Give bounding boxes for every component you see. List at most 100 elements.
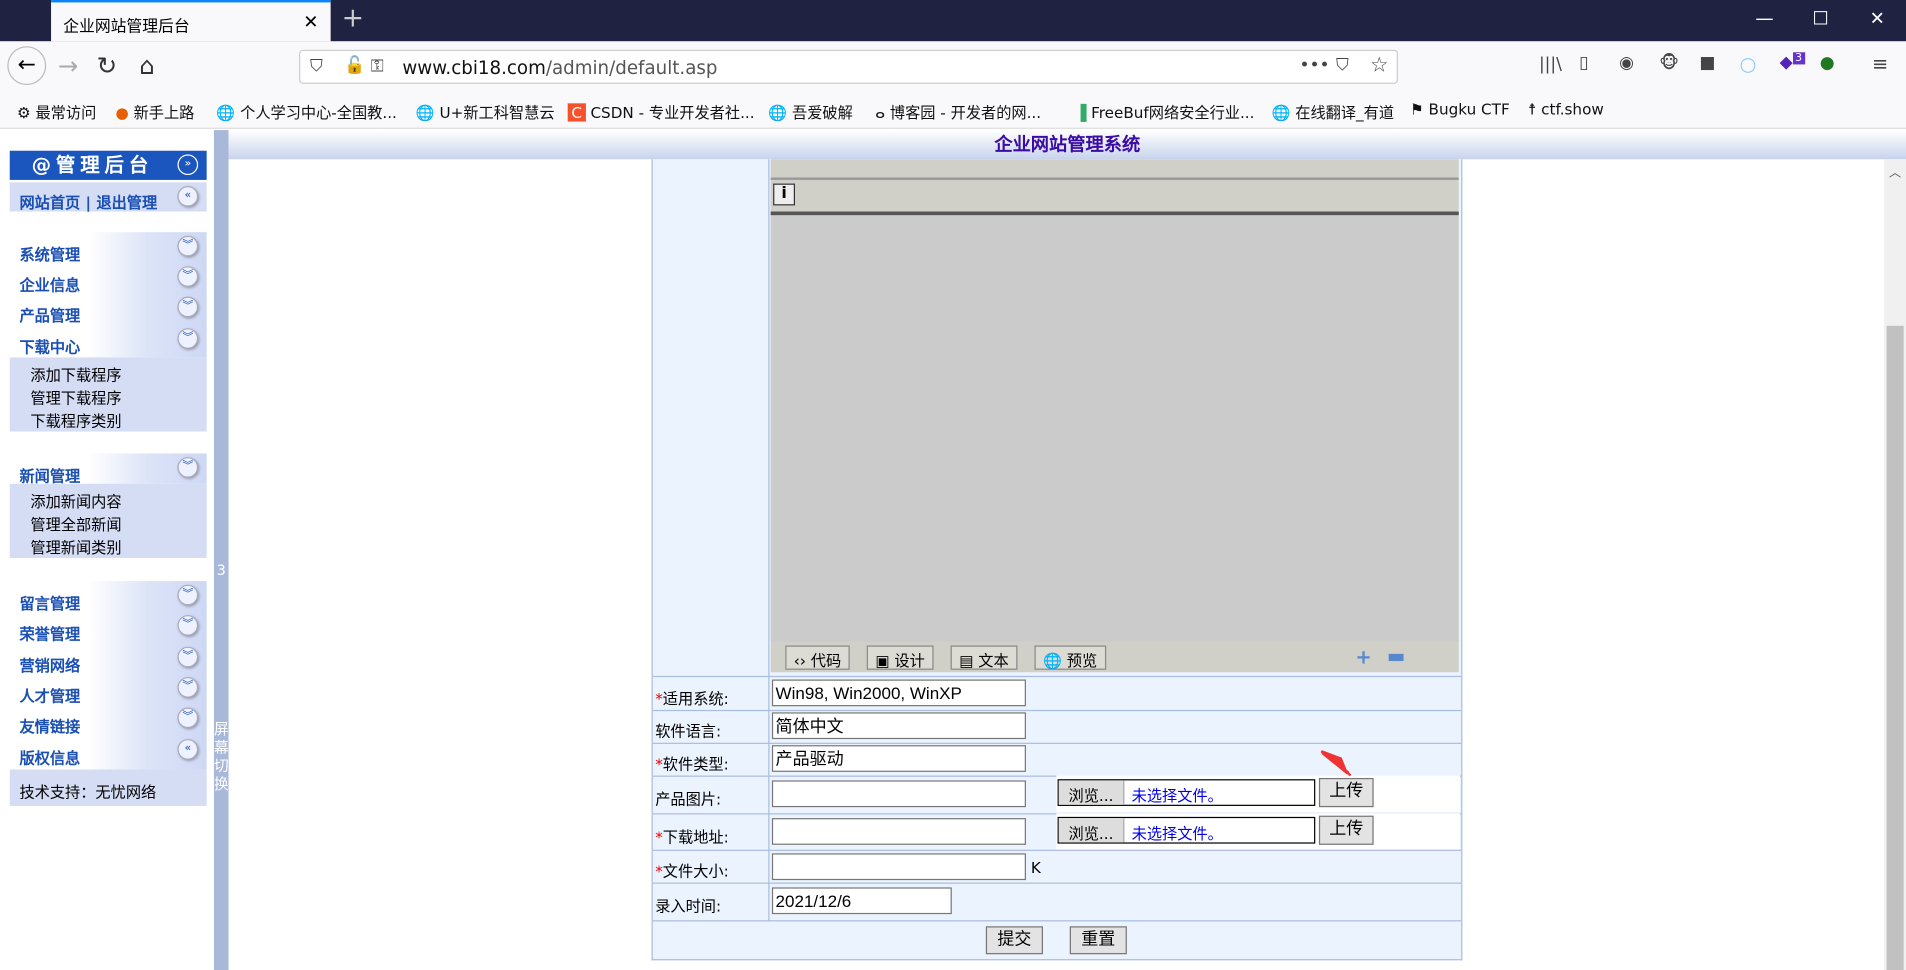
bookmark[interactable]: ⴰ 博客园 - 开发者的网... [875,100,1041,123]
sidebar-item-products[interactable]: 产品管理 [19,303,80,326]
chevron-down-icon[interactable]: ︾ [177,584,199,606]
account-icon[interactable]: ◉ [1619,53,1634,72]
chevron-down-icon[interactable]: ︾ [177,646,199,668]
submenu-item[interactable]: 管理全部新闻 [30,512,121,535]
sidebar-item-links[interactable]: 友情链接 [19,714,80,737]
submenu-item[interactable]: 下载程序类别 [30,408,121,431]
sidebar-item-system[interactable]: 系统管理 [19,242,80,265]
menu-icon[interactable]: ≡ [1872,52,1888,75]
image-file-picker[interactable]: 浏览... 未选择文件。 [1057,779,1316,806]
sidebar-group: 新闻管理 ︾ [9,453,207,486]
extension-mask-icon[interactable]: ■ [1699,53,1715,72]
forward-icon[interactable]: → [51,51,85,80]
sidebar-icon[interactable]: ▯ [1579,53,1588,72]
bookmark-star-icon[interactable]: ☆ [1370,53,1389,77]
shield-icon[interactable]: ⛉ [310,57,323,76]
chevron-down-icon[interactable]: ︾ [177,266,199,287]
key-icon[interactable]: ⚿ [371,57,384,76]
download-path-input[interactable] [771,818,1026,845]
date-input[interactable] [771,887,952,915]
tab-active[interactable]: 企业网站管理后台 ✕ [51,0,331,42]
bookmark[interactable]: ⚑ Bugku CTF [1410,100,1510,118]
sidebar-item-news[interactable]: 新闻管理 [19,463,80,486]
bookmark[interactable]: ☨ ctf.show [1528,100,1604,118]
minimize-icon[interactable]: — [1755,7,1773,29]
sidebar-item-honors[interactable]: 荣誉管理 [19,621,80,644]
chevron-left-icon[interactable]: « [177,185,199,207]
more-icon[interactable]: ••• [1299,56,1329,75]
chevron-down-icon[interactable]: ︾ [177,677,199,698]
bookmark[interactable]: ⚙ 最常访问 [17,100,96,123]
download-upload-button[interactable]: 上传 [1318,815,1374,845]
tab-bar: 企业网站管理后台 ✕ + — ☐ ✕ [0,0,1906,42]
size-input[interactable] [771,853,1026,881]
editor-mode-design[interactable]: ▣ 设计 [866,645,934,670]
home-link[interactable]: 网站首页 [19,193,80,211]
chevron-left-icon[interactable]: « [177,739,199,760]
download-upload-box: 浏览... 未选择文件。 上传 [1056,813,1460,850]
form-actions [652,920,1462,959]
logout-link[interactable]: 退出管理 [96,193,157,211]
library-icon[interactable]: |||\ [1539,55,1562,74]
home-icon[interactable]: ⌂ [130,51,164,80]
extension-diamond-icon[interactable]: ◆ 3 [1780,52,1805,73]
bookmark[interactable]: 🌐 个人学习中心-全国教... [216,100,396,123]
sidebar-item-jobs[interactable]: 人才管理 [19,683,80,706]
support-box: 技术支持：无忧网络 [9,769,207,806]
reload-icon[interactable]: ↻ [90,51,124,80]
chevron-down-icon[interactable]: ︾ [177,235,199,257]
insecure-lock-icon[interactable]: 🔓 [344,56,365,75]
bookmark[interactable]: C CSDN - 专业开发者社... [567,100,755,123]
extension-ring-icon[interactable]: ○ [1740,52,1757,75]
bookmark[interactable]: ● 新手上路 [115,100,194,123]
sidebar-item-downloads[interactable]: 下载中心 [19,334,80,357]
back-icon[interactable]: ← [7,46,47,86]
new-tab-icon[interactable]: + [342,4,364,34]
submenu-item[interactable]: 管理新闻类别 [30,535,121,558]
sidebar-item-marketing[interactable]: 营销网络 [19,653,80,676]
maximize-icon[interactable]: ☐ [1812,7,1828,29]
close-tab-icon[interactable]: ✕ [303,11,318,33]
chevron-down-icon[interactable]: ︾ [177,707,199,729]
info-icon[interactable]: i [773,183,796,206]
download-file-picker[interactable]: 浏览... 未选择文件。 [1057,816,1316,844]
extension-monkey-icon[interactable]: 🐵 [1659,53,1679,72]
sidebar-item-copyright[interactable]: 版权信息 [19,745,80,768]
editor-mode-preview[interactable]: 🌐 预览 [1034,645,1106,670]
chevron-down-icon[interactable]: ︾ [177,296,199,318]
extension-green-icon[interactable]: ● [1820,53,1835,72]
reset-button[interactable]: 重置 [1069,926,1127,955]
screen-toggle-label[interactable]: 屏幕切换 [214,721,229,794]
image-path-input[interactable] [771,780,1026,808]
submenu-item[interactable]: 管理下载程序 [30,385,121,408]
submit-button[interactable]: 提交 [985,926,1043,955]
bookmark[interactable]: 🌐 在线翻译_有道 [1272,100,1395,123]
collapse-icon[interactable]: » [177,154,199,176]
bookmark[interactable]: ▐ FreeBuf网络安全行业... [1075,100,1255,123]
editor-mode-text[interactable]: ▤ 文本 [950,645,1018,670]
image-upload-button[interactable]: 上传 [1318,777,1374,808]
chevron-down-icon[interactable]: ︾ [177,457,199,478]
nav-bar: ← → ↻ ⌂ ⛉ 🔓 ⚿ www.cbi18.com/admin/defaul… [0,41,1906,90]
pocket-icon[interactable]: ⛉ [1336,56,1349,75]
close-window-icon[interactable]: ✕ [1870,7,1885,29]
type-input[interactable] [771,745,1026,772]
os-input[interactable] [771,679,1026,707]
scrollbar-thumb[interactable] [1886,325,1904,970]
zoom-out-icon[interactable]: ▬ [1387,644,1405,667]
submenu-item[interactable]: 添加新闻内容 [30,489,121,512]
bookmark[interactable]: 🌐 U+新工科智慧云 [416,100,555,123]
chevron-down-icon[interactable]: ︾ [177,615,199,636]
submenu-item[interactable]: 添加下载程序 [30,362,121,385]
sidebar-item-messages[interactable]: 留言管理 [19,591,80,614]
red-arrow-annotation [1320,750,1352,777]
chevron-down-icon[interactable]: ︾ [177,328,199,349]
screen-toggle-bar[interactable]: 3 屏幕切换 [213,130,229,970]
language-input[interactable] [771,712,1026,740]
bookmark[interactable]: 🌐 吾爱破解 [768,100,853,123]
url-bar[interactable]: ⛉ 🔓 ⚿ www.cbi18.com/admin/default.asp ••… [299,49,1398,84]
sidebar-item-company[interactable]: 企业信息 [19,272,80,295]
zoom-in-icon[interactable]: + [1355,645,1371,668]
editor-mode-code[interactable]: ‹› 代码 [785,645,850,670]
editor-content-area[interactable] [770,211,1459,642]
